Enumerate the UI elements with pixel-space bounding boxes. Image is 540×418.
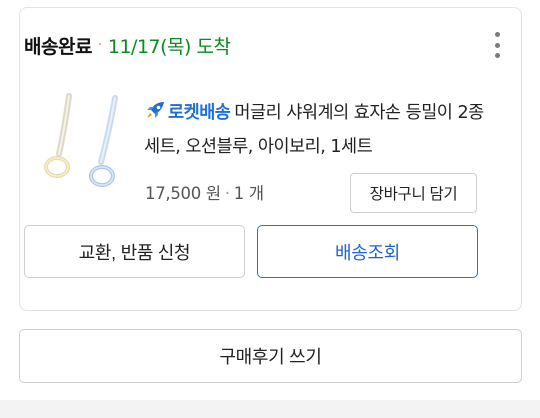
add-to-cart-button[interactable]: 장바구니 담기 — [350, 173, 477, 213]
price-separator: · — [224, 184, 230, 203]
bottom-divider — [0, 400, 540, 418]
product-quantity: 1 개 — [233, 184, 264, 203]
rocket-delivery-badge: 로켓배송 — [168, 103, 231, 123]
exchange-return-button[interactable]: 교환, 반품 신청 — [24, 225, 245, 278]
product-thumbnail[interactable] — [29, 92, 131, 200]
track-delivery-button[interactable]: 배송조회 — [257, 225, 478, 278]
write-review-button[interactable]: 구매후기 쓰기 — [19, 329, 522, 383]
arrival-date: 11/17(목) 도착 — [107, 35, 231, 58]
delivery-status: 배송완료 — [24, 35, 92, 58]
rocket-icon — [147, 102, 164, 118]
price-quantity: 17,500 원 · 1 개 — [145, 180, 264, 204]
order-header: 배송완료 · 11/17(목) 도착 — [24, 30, 231, 60]
more-options-icon[interactable] — [492, 32, 502, 58]
product-price: 17,500 원 — [145, 184, 221, 203]
product-title[interactable]: 로켓배송 머글리 샤워계의 효자손 등밀이 2종 세트, 오션블루, 아이보리, … — [144, 96, 490, 164]
header-separator: · — [97, 37, 102, 53]
